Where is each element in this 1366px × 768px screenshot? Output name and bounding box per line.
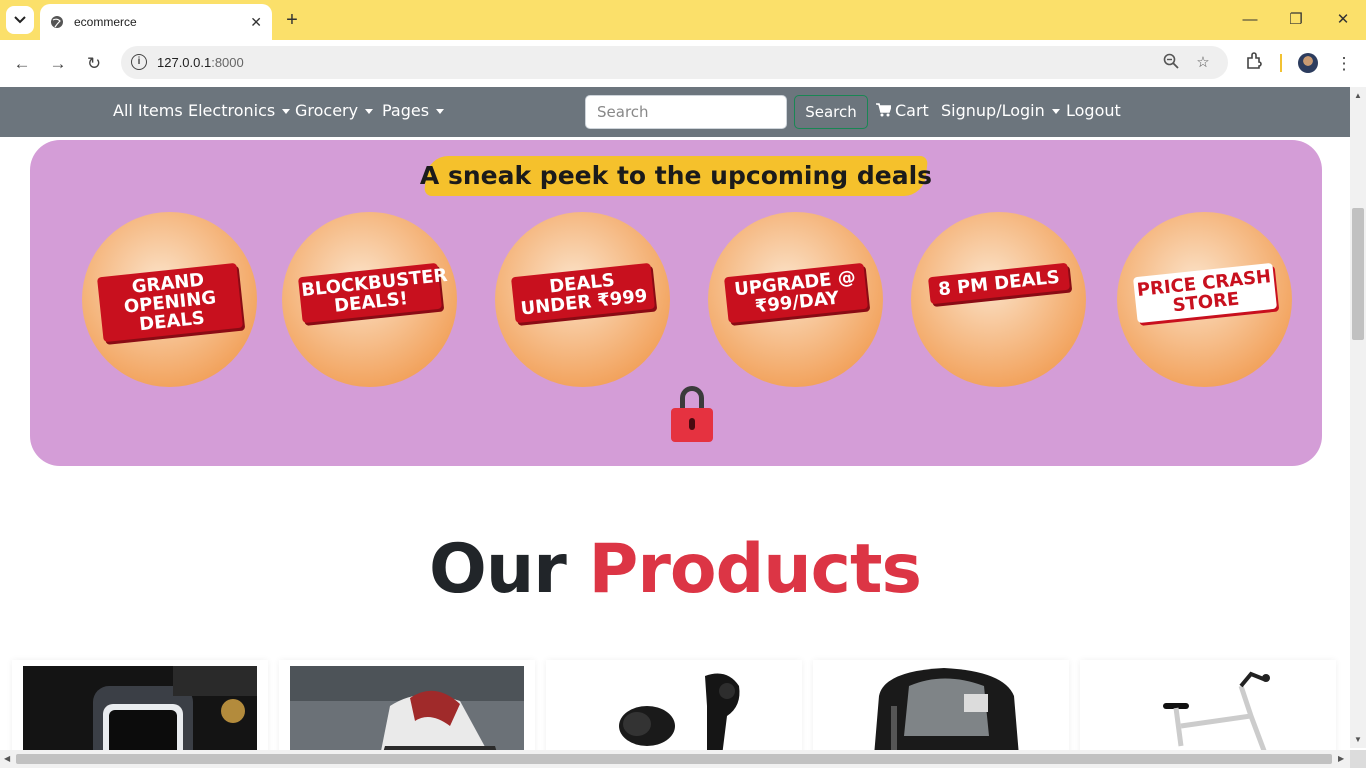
deal-label: DEALS UNDER ₹999	[510, 262, 656, 324]
scroll-down-icon[interactable]: ▼	[1354, 735, 1362, 744]
search-input[interactable]	[585, 95, 787, 129]
deal-blockbuster: BLOCKBUSTER DEALS!	[282, 212, 457, 387]
nav-electronics-dropdown[interactable]: Electronics	[188, 101, 291, 120]
nav-pages-dropdown[interactable]: Pages	[382, 101, 445, 120]
deal-label: UPGRADE @ ₹99/DAY	[723, 262, 869, 324]
back-icon[interactable]: ←	[10, 52, 34, 76]
restore-icon[interactable]: ❐	[1286, 10, 1306, 30]
banner-title: A sneak peek to the upcoming deals	[419, 161, 933, 190]
browser-toolbar: ← → ↻ i 127.0.0.1:8000 ☆ ⋮	[0, 40, 1366, 87]
chevron-down-icon	[14, 16, 26, 24]
deal-label: 8 PM DEALS	[927, 262, 1071, 305]
search-button[interactable]: Search	[794, 95, 868, 129]
nav-grocery-dropdown[interactable]: Grocery	[295, 101, 374, 120]
tab-search-button[interactable]	[6, 6, 34, 34]
product-image-sneaker[interactable]	[290, 666, 524, 756]
browser-tab[interactable]: ecommerce ✕	[40, 4, 272, 40]
deal-price-crash: PRICE CRASH STORE	[1117, 212, 1292, 387]
caret-down-icon	[365, 109, 374, 114]
globe-icon	[51, 16, 63, 28]
new-tab-button[interactable]: +	[282, 10, 302, 30]
product-card-smartwatch[interactable]	[12, 660, 268, 760]
site-navbar: All Items Electronics Grocery Pages Sear…	[0, 87, 1350, 137]
deal-under-999: DEALS UNDER ₹999	[495, 212, 670, 387]
cart-label: Cart	[895, 101, 929, 120]
address-bar[interactable]: i 127.0.0.1:8000 ☆	[121, 46, 1228, 79]
cart-link[interactable]: Cart	[876, 101, 929, 120]
nav-pages-label: Pages	[382, 101, 430, 120]
bookmark-star-icon[interactable]: ☆	[1193, 53, 1213, 73]
forward-icon[interactable]: →	[46, 52, 70, 76]
product-image-smartwatch[interactable]	[23, 666, 257, 756]
profile-avatar[interactable]	[1298, 53, 1318, 73]
product-image-backpack[interactable]	[824, 666, 1058, 756]
vertical-scroll-thumb[interactable]	[1352, 208, 1364, 340]
toolbar-separator	[1280, 54, 1282, 72]
horizontal-scroll-thumb[interactable]	[16, 754, 1332, 764]
deal-8pm: 8 PM DEALS	[911, 212, 1086, 387]
scrollbar-corner	[1350, 750, 1366, 768]
signup-login-label: Signup/Login	[941, 101, 1045, 120]
close-tab-icon[interactable]: ✕	[250, 14, 262, 31]
extensions-icon[interactable]	[1242, 52, 1266, 76]
nav-all-items[interactable]: All Items	[113, 101, 183, 120]
caret-down-icon	[1051, 109, 1060, 114]
minimize-icon[interactable]: —	[1240, 10, 1260, 30]
deal-grand-opening: GRAND OPENING DEALS	[82, 212, 257, 387]
product-image-bicycle[interactable]	[1091, 666, 1325, 756]
nav-grocery-label: Grocery	[295, 101, 359, 120]
product-card-bicycle[interactable]	[1080, 660, 1336, 760]
horizontal-scrollbar[interactable]: ◀ ▶	[0, 750, 1350, 768]
lock-icon	[671, 386, 713, 442]
tab-title: ecommerce	[74, 15, 137, 29]
heading-part-products: Products	[588, 530, 921, 609]
deal-label: BLOCKBUSTER DEALS!	[297, 262, 448, 324]
site-info-icon[interactable]: i	[131, 54, 147, 70]
close-window-icon[interactable]: ✕	[1333, 10, 1353, 30]
heading-part-our: Our	[429, 530, 567, 609]
caret-down-icon	[282, 109, 291, 114]
vertical-scrollbar[interactable]: ▲ ▼	[1350, 87, 1366, 748]
product-card-backpack[interactable]	[813, 660, 1069, 760]
browser-menu-icon[interactable]: ⋮	[1332, 52, 1356, 76]
url-text: 127.0.0.1:8000	[157, 55, 244, 70]
product-card-sneaker[interactable]	[279, 660, 535, 760]
browser-tab-strip: ecommerce ✕ + — ❐ ✕	[0, 0, 1366, 40]
scroll-right-icon[interactable]: ▶	[1338, 754, 1344, 763]
logout-link[interactable]: Logout	[1066, 101, 1121, 120]
deal-label: PRICE CRASH STORE	[1132, 262, 1278, 324]
deal-label: GRAND OPENING DEALS	[96, 262, 244, 343]
reload-icon[interactable]: ↻	[82, 52, 106, 76]
signup-login-dropdown[interactable]: Signup/Login	[941, 101, 1060, 120]
products-heading: Our Products	[0, 530, 1350, 609]
nav-electronics-label: Electronics	[188, 101, 276, 120]
deal-upgrade: UPGRADE @ ₹99/DAY	[708, 212, 883, 387]
zoom-icon[interactable]	[1161, 53, 1181, 73]
upcoming-deals-banner[interactable]: A sneak peek to the upcoming deals GRAND…	[30, 140, 1322, 466]
cart-icon	[876, 103, 893, 117]
caret-down-icon	[436, 109, 445, 114]
product-card-earbuds[interactable]	[546, 660, 802, 760]
scroll-left-icon[interactable]: ◀	[4, 754, 10, 763]
product-image-earbuds[interactable]	[557, 666, 791, 756]
scroll-up-icon[interactable]: ▲	[1354, 91, 1362, 100]
